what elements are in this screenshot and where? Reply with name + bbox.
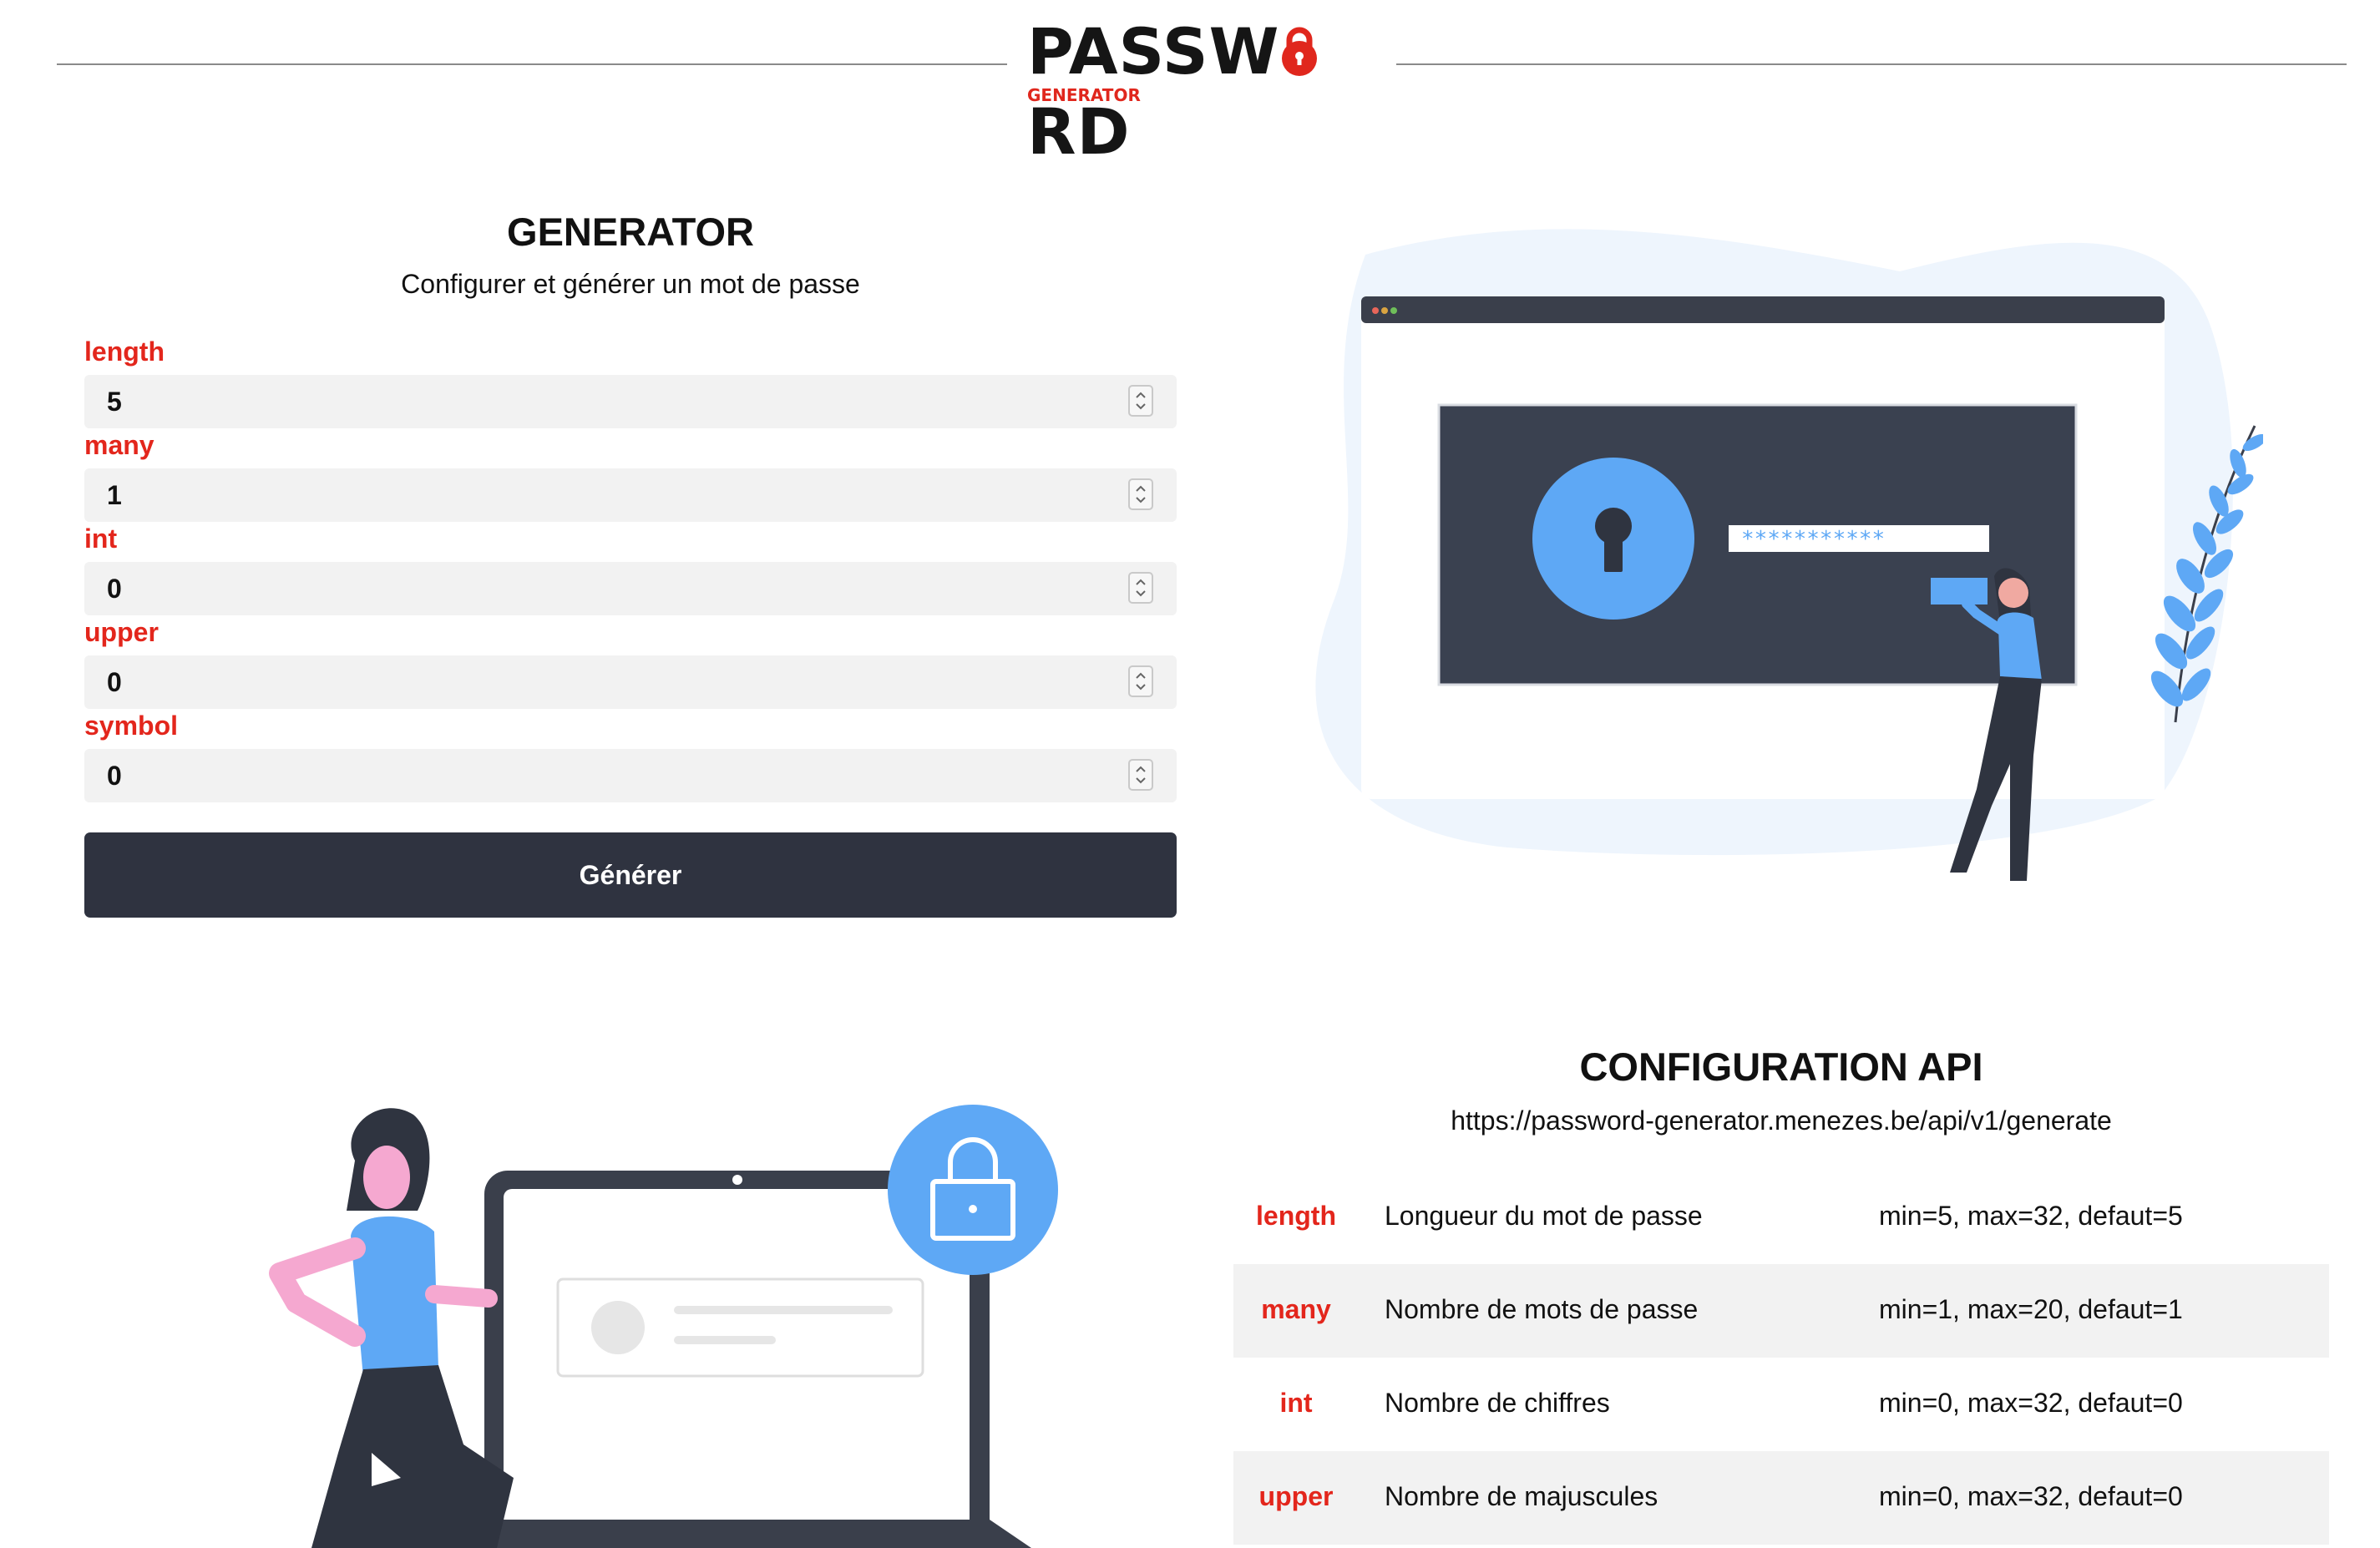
table-row: many Nombre de mots de passe min=1, max=…	[1233, 1264, 2329, 1358]
woman-head	[1998, 578, 2028, 608]
padlock-keyhole	[969, 1205, 977, 1213]
upper-value: 0	[107, 667, 122, 697]
logo-word-right: RD	[1027, 94, 1131, 169]
card-line-1	[674, 1306, 893, 1314]
param-name: length	[1256, 1201, 1336, 1231]
param-name: many	[1261, 1294, 1331, 1324]
woman2-arm-left	[269, 1237, 366, 1347]
upper-label: upper	[84, 617, 159, 647]
param-description: Nombre de chiffres	[1385, 1388, 1610, 1418]
api-url[interactable]: https://password-generator.menezes.be/ap…	[1234, 1105, 2328, 1136]
generator-title: GENERATOR	[507, 210, 754, 254]
login-screen-illustration: ***********	[1315, 229, 2263, 881]
woman2-top	[351, 1216, 438, 1378]
param-range: min=5, max=32, defaut=5	[1879, 1201, 2183, 1231]
window-dot-red	[1372, 307, 1379, 314]
laptop-camera	[732, 1175, 742, 1185]
window-dot-green	[1390, 307, 1397, 314]
window-dot-yellow	[1381, 307, 1388, 314]
browser-titlebar	[1361, 296, 2165, 323]
api-params-table: length Longueur du mot de passe min=5, m…	[1233, 1171, 2329, 1545]
table-row: length Longueur du mot de passe min=5, m…	[1233, 1171, 2329, 1264]
param-description: Nombre de majuscules	[1385, 1481, 1658, 1511]
table-row: int Nombre de chiffres min=0, max=32, de…	[1233, 1358, 2329, 1451]
param-name: int	[1279, 1388, 1313, 1418]
symbol-input[interactable]: 0	[84, 749, 1177, 802]
password-generator-logo[interactable]: PASSWRD GENERATOR	[1027, 12, 1378, 169]
many-label: many	[84, 430, 154, 460]
upper-input[interactable]: 0	[84, 655, 1177, 709]
generator-subtitle: Configurer et générer un mot de passe	[401, 269, 860, 299]
header-rule-right	[1396, 63, 2347, 65]
woman2-legs	[311, 1365, 514, 1548]
many-input[interactable]: 1	[84, 468, 1177, 522]
length-stepper[interactable]	[1128, 385, 1153, 417]
logo-lock-icon	[1279, 15, 1319, 76]
many-stepper[interactable]	[1128, 478, 1153, 510]
param-name: upper	[1258, 1481, 1334, 1511]
param-range: min=1, max=20, defaut=1	[1879, 1294, 2183, 1324]
avatar-placeholder	[591, 1301, 645, 1354]
int-label: int	[84, 524, 118, 554]
logo-word-left: PASSW	[1027, 14, 1280, 89]
param-description: Nombre de mots de passe	[1385, 1294, 1699, 1324]
api-title: CONFIGURATION API	[1579, 1045, 1983, 1089]
logo-subtitle: GENERATOR	[1027, 85, 1141, 105]
int-stepper[interactable]	[1128, 572, 1153, 604]
length-label: length	[84, 336, 165, 367]
password-mask-text: ***********	[1741, 527, 1885, 552]
submit-box	[1931, 578, 1988, 605]
header-rule-left	[57, 63, 1007, 65]
symbol-stepper[interactable]	[1128, 759, 1153, 791]
laptop-lock-illustration	[269, 1105, 1058, 1548]
card-line-2	[674, 1336, 776, 1344]
padlock-icon	[888, 1105, 1058, 1275]
woman2-face	[363, 1146, 410, 1209]
woman2-arm-right	[425, 1285, 498, 1308]
keyhole-slot	[1604, 530, 1623, 572]
param-description: Longueur du mot de passe	[1385, 1201, 1703, 1231]
upper-stepper[interactable]	[1128, 665, 1153, 697]
length-value: 5	[107, 387, 122, 417]
int-value: 0	[107, 574, 122, 604]
table-row: upper Nombre de majuscules min=0, max=32…	[1233, 1451, 2329, 1545]
symbol-value: 0	[107, 761, 122, 791]
laptop-base	[447, 1520, 1031, 1548]
int-input[interactable]: 0	[84, 562, 1177, 615]
generate-button[interactable]: Générer	[84, 832, 1177, 918]
param-range: min=0, max=32, defaut=0	[1879, 1388, 2183, 1418]
many-value: 1	[107, 480, 122, 510]
symbol-label: symbol	[84, 711, 179, 741]
length-input[interactable]: 5	[84, 375, 1177, 428]
param-range: min=0, max=32, defaut=0	[1879, 1481, 2183, 1511]
